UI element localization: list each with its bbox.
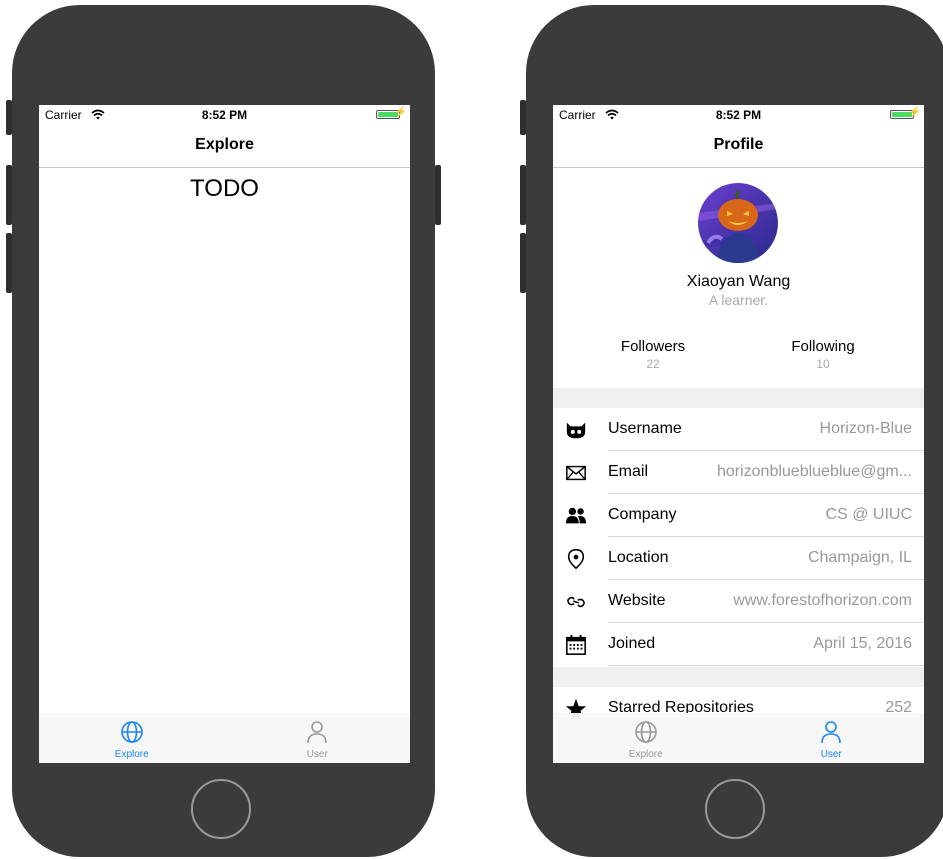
avatar[interactable]: [698, 183, 778, 263]
volume-down-button: [520, 233, 526, 293]
clock: 8:52 PM: [201, 108, 248, 122]
avatar-pumpkin-image: [698, 183, 778, 263]
volume-up-button: [6, 165, 12, 225]
tab-explore[interactable]: Explore: [39, 713, 225, 763]
screen: Carrier 8:52 PM ⚡ Profile Xiaoyan Wang A…: [553, 105, 924, 763]
detail-label: Location: [608, 549, 669, 566]
detail-label: Joined: [608, 635, 656, 652]
detail-label: Company: [608, 506, 677, 523]
charging-icon: ⚡: [394, 107, 407, 118]
detail-row-email[interactable]: Email horizonblueblueblue@gm...: [553, 451, 924, 494]
detail-value: www.forestofhorizon.com: [733, 592, 912, 609]
placeholder-text: TODO: [190, 175, 259, 202]
tab-bar: Explore User: [39, 713, 410, 763]
following-stat[interactable]: Following 10: [753, 338, 893, 371]
globe-icon: [120, 721, 143, 743]
detail-row-company[interactable]: Company CS @ UIUC: [553, 494, 924, 537]
link-icon: [567, 596, 585, 608]
screen: Carrier 8:52 PM ⚡ Explore TODO Explore U…: [39, 105, 410, 763]
followers-stat[interactable]: Followers 22: [583, 338, 723, 371]
mute-switch: [520, 100, 526, 135]
power-button: [435, 165, 441, 225]
following-count: 10: [816, 357, 830, 371]
tab-user[interactable]: User: [739, 713, 925, 763]
profile-name: Xiaoyan Wang: [686, 273, 791, 290]
tab-bar: Explore User: [553, 713, 924, 763]
following-label: Following: [791, 338, 855, 355]
tab-explore-label: Explore: [628, 749, 663, 760]
octocat-icon: [566, 422, 586, 439]
user-icon: [821, 721, 842, 744]
tab-user-label: User: [820, 749, 842, 760]
detail-row-joined[interactable]: Joined April 15, 2016: [553, 623, 924, 666]
status-bar: Carrier 8:52 PM ⚡: [39, 105, 410, 125]
charging-icon: ⚡: [908, 107, 921, 118]
detail-value: Horizon-Blue: [819, 420, 912, 437]
page-title: Explore: [39, 125, 410, 168]
detail-row-location[interactable]: Location Champaign, IL: [553, 537, 924, 580]
detail-value: April 15, 2016: [813, 635, 912, 652]
followers-label: Followers: [620, 338, 686, 355]
tab-explore-label: Explore: [114, 749, 149, 760]
mail-icon: [566, 465, 586, 481]
tab-user[interactable]: User: [225, 713, 411, 763]
home-button[interactable]: [705, 779, 765, 839]
profile-bio: A learner.: [708, 292, 769, 308]
detail-value: horizonblueblueblue@gm...: [716, 463, 912, 480]
volume-up-button: [520, 165, 526, 225]
page-title: Profile: [553, 125, 924, 168]
phone-explore: Carrier 8:52 PM ⚡ Explore TODO Explore U…: [6, 5, 441, 857]
followers-count: 22: [646, 357, 660, 371]
calendar-icon: [566, 634, 586, 655]
status-bar: Carrier 8:52 PM ⚡: [553, 105, 924, 125]
globe-icon: [634, 721, 657, 743]
mute-switch: [6, 100, 12, 135]
detail-label: Username: [608, 420, 682, 437]
volume-down-button: [6, 233, 12, 293]
detail-value: Champaign, IL: [807, 549, 912, 566]
detail-label: Email: [608, 463, 649, 480]
section-divider: [553, 388, 924, 408]
tab-explore[interactable]: Explore: [553, 713, 739, 763]
tab-user-label: User: [306, 749, 328, 760]
detail-row-username[interactable]: Username Horizon-Blue: [553, 408, 924, 451]
user-icon: [307, 721, 328, 744]
section-divider: [553, 667, 924, 687]
detail-row-website[interactable]: Website www.forestofhorizon.com: [553, 580, 924, 623]
detail-value: CS @ UIUC: [825, 506, 912, 523]
home-button[interactable]: [191, 779, 251, 839]
row-separator: [608, 665, 924, 666]
location-pin-icon: [567, 549, 585, 570]
people-icon: [565, 507, 587, 524]
clock: 8:52 PM: [715, 108, 762, 122]
detail-label: Website: [608, 592, 666, 609]
phone-profile: Carrier 8:52 PM ⚡ Profile Xiaoyan Wang A…: [520, 5, 943, 857]
